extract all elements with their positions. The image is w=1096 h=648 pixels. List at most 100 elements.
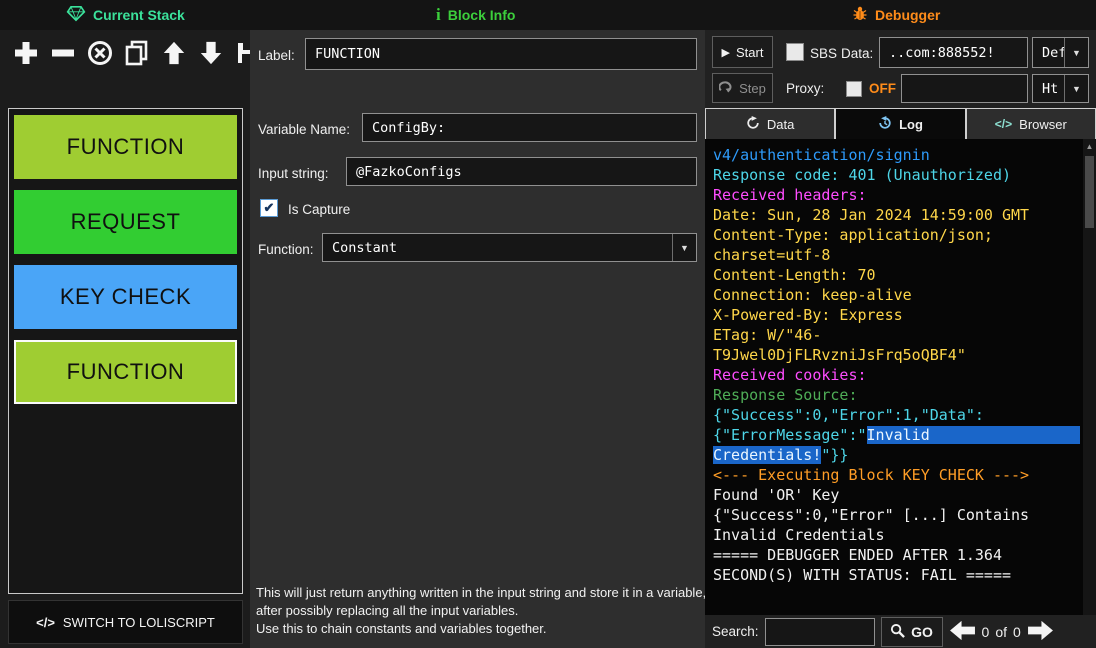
log-line: Content-Type: application/json;: [713, 225, 1096, 245]
disable-block-button[interactable]: [84, 38, 116, 70]
description-text-2: Use this to chain constants and variable…: [256, 620, 708, 638]
next-match-button[interactable]: [1027, 619, 1054, 645]
log-line: Content-Length: 70: [713, 265, 1096, 285]
block-info-title: Block Info: [448, 7, 516, 23]
search-go-button[interactable]: GO: [881, 617, 943, 647]
play-icon: ▶: [722, 46, 730, 59]
search-input[interactable]: [765, 618, 875, 646]
debugger-panel: ▶ Start Step SBS Data: Def ▼ Proxy: OFF …: [705, 30, 1096, 648]
log-line: ===== DEBUGGER ENDED AFTER 1.364: [713, 545, 1096, 565]
stack-block-function[interactable]: FUNCTION: [14, 340, 237, 404]
clone-block-button[interactable]: [121, 38, 153, 70]
data-input[interactable]: [879, 37, 1028, 68]
code-icon: </>: [995, 117, 1012, 131]
input-string-input[interactable]: [346, 157, 697, 186]
search-icon: [890, 623, 905, 641]
stack-block-key-check[interactable]: KEY CHECK: [14, 265, 237, 329]
history-icon: [878, 116, 892, 133]
variable-name-input[interactable]: [362, 113, 697, 142]
block-info-panel: Label: Variable Name: Input string: Is C…: [250, 30, 705, 648]
match-total: 0: [1013, 624, 1021, 640]
code-icon: </>: [36, 615, 55, 630]
tab-data[interactable]: Data: [705, 108, 835, 139]
current-stack-header: Current Stack: [66, 0, 185, 30]
stack-block-request[interactable]: REQUEST: [14, 190, 237, 254]
scroll-up-icon[interactable]: ▲: [1083, 142, 1096, 151]
sbs-label: SBS: [810, 46, 837, 61]
debugger-title: Debugger: [875, 7, 940, 23]
tab-log[interactable]: Log: [835, 108, 965, 139]
remove-block-button[interactable]: [47, 38, 79, 70]
proxy-status: OFF: [869, 81, 896, 96]
debugger-tabs: Data Log </> Browser: [705, 108, 1096, 139]
stack-block-function[interactable]: FUNCTION: [14, 115, 237, 179]
log-line: X-Powered-By: Express: [713, 305, 1096, 325]
log-line: Credentials!"}}: [713, 445, 1096, 465]
proxy-input[interactable]: [901, 74, 1028, 103]
wordlist-type-value: Def: [1033, 38, 1064, 67]
data-label: Data:: [841, 46, 873, 61]
function-label: Function:: [258, 242, 314, 257]
log-line: charset=utf-8: [713, 245, 1096, 265]
bug-icon: [852, 5, 868, 25]
start-button[interactable]: ▶ Start: [712, 36, 773, 68]
log-line: v4/authentication/signin: [713, 145, 1096, 165]
switch-to-loliscript-button[interactable]: </> SWITCH TO LOLISCRIPT: [8, 600, 243, 644]
proxy-label: Proxy:: [786, 81, 824, 96]
step-button[interactable]: Step: [712, 73, 773, 103]
match-of-label: of: [995, 624, 1007, 640]
add-block-button[interactable]: [10, 38, 42, 70]
log-line: Connection: keep-alive: [713, 285, 1096, 305]
stack-toolbar: [10, 38, 264, 70]
log-line: {"ErrorMessage":"Invalid: [713, 425, 1096, 445]
description-text-1: This will just return anything written i…: [256, 584, 708, 620]
chevron-down-icon: ▼: [1064, 38, 1088, 67]
is-capture-checkbox[interactable]: [260, 199, 278, 217]
wordlist-type-dropdown[interactable]: Def ▼: [1032, 37, 1089, 68]
stack-list: FUNCTION REQUEST KEY CHECK FUNCTION: [8, 108, 243, 594]
switch-button-label: SWITCH TO LOLISCRIPT: [63, 615, 215, 630]
move-down-button[interactable]: [195, 38, 227, 70]
tab-browser[interactable]: </> Browser: [966, 108, 1096, 139]
log-line: ETag: W/"46-: [713, 325, 1096, 345]
log-line: SECOND(S) WITH STATUS: FAIL =====: [713, 565, 1096, 585]
scrollbar-thumb[interactable]: [1085, 156, 1094, 228]
tab-browser-label: Browser: [1019, 117, 1067, 132]
match-current: 0: [982, 624, 990, 640]
arrow-down-icon: [198, 39, 224, 70]
arrow-right-icon: [1027, 619, 1054, 645]
minus-icon: [49, 39, 77, 70]
label-field-label: Label:: [258, 48, 295, 63]
sbs-checkbox[interactable]: [786, 43, 804, 61]
log-line: {"Success":0,"Error":1,"Data":: [713, 405, 1096, 425]
tab-log-label: Log: [899, 117, 923, 132]
log-line: {"Success":0,"Error" [...] Contains: [713, 505, 1096, 525]
log-output: v4/authentication/signinResponse code: 4…: [705, 139, 1096, 615]
chevron-down-icon: ▼: [1064, 75, 1088, 102]
log-search-bar: Search: GO 0 of 0: [705, 615, 1096, 648]
previous-match-button[interactable]: [949, 619, 976, 645]
plus-icon: [12, 39, 40, 70]
log-line: T9Jwel0DjFLRvzniJsFrq5oQBF4": [713, 345, 1096, 365]
block-info-header: i Block Info: [436, 0, 515, 30]
log-scrollbar[interactable]: ▲: [1083, 139, 1096, 615]
stack-column: FUNCTION REQUEST KEY CHECK FUNCTION </> SWI…: [0, 30, 250, 648]
proxy-type-dropdown[interactable]: Ht ▼: [1032, 74, 1089, 103]
tab-data-label: Data: [767, 117, 794, 132]
move-up-button[interactable]: [158, 38, 190, 70]
chevron-down-icon: ▼: [672, 234, 696, 261]
variable-name-label: Variable Name:: [258, 122, 350, 137]
label-input[interactable]: [305, 38, 697, 70]
x-circle-icon: [86, 39, 114, 70]
is-capture-label: Is Capture: [288, 202, 350, 217]
step-arrow-icon: [719, 80, 733, 96]
top-header-bar: Current Stack i Block Info Debugger: [0, 0, 1096, 30]
info-icon: i: [436, 5, 441, 25]
start-button-label: Start: [736, 45, 763, 60]
log-line: Invalid Credentials: [713, 525, 1096, 545]
proxy-checkbox[interactable]: [846, 81, 862, 97]
function-dropdown[interactable]: Constant ▼: [322, 233, 697, 262]
block-description: This will just return anything written i…: [256, 584, 708, 638]
debugger-header: Debugger: [852, 0, 940, 30]
refresh-icon: [746, 116, 760, 133]
